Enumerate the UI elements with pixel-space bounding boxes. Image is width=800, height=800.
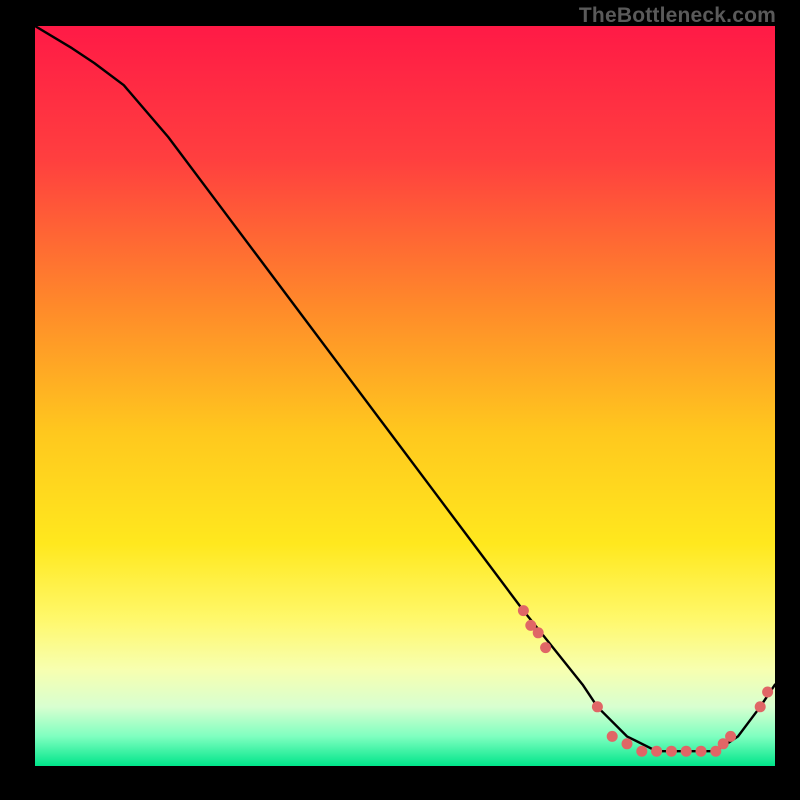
markers-group xyxy=(518,605,773,757)
data-marker xyxy=(762,687,773,698)
data-marker xyxy=(666,746,677,757)
plot-area xyxy=(35,26,775,766)
data-marker xyxy=(518,605,529,616)
data-marker xyxy=(636,746,647,757)
data-marker xyxy=(622,738,633,749)
data-marker xyxy=(651,746,662,757)
data-marker xyxy=(755,701,766,712)
data-marker xyxy=(681,746,692,757)
watermark-text: TheBottleneck.com xyxy=(579,4,776,28)
data-marker xyxy=(607,731,618,742)
data-marker xyxy=(540,642,551,653)
data-marker xyxy=(592,701,603,712)
chart-stage: TheBottleneck.com xyxy=(0,0,800,800)
data-marker xyxy=(725,731,736,742)
data-marker xyxy=(533,627,544,638)
bottleneck-curve xyxy=(35,26,775,751)
curve-layer xyxy=(35,26,775,766)
data-marker xyxy=(696,746,707,757)
